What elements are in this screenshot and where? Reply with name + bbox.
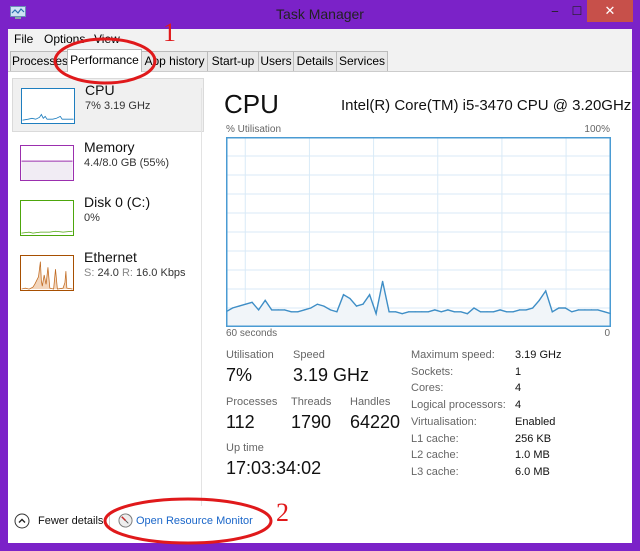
- annotation-ellipse-1: [53, 37, 157, 85]
- annotation-number-2: 2: [276, 498, 289, 527]
- annotation-ellipse-2: [103, 497, 273, 545]
- annotation-overlay: [53, 37, 273, 545]
- annotation-number-1: 1: [163, 18, 176, 47]
